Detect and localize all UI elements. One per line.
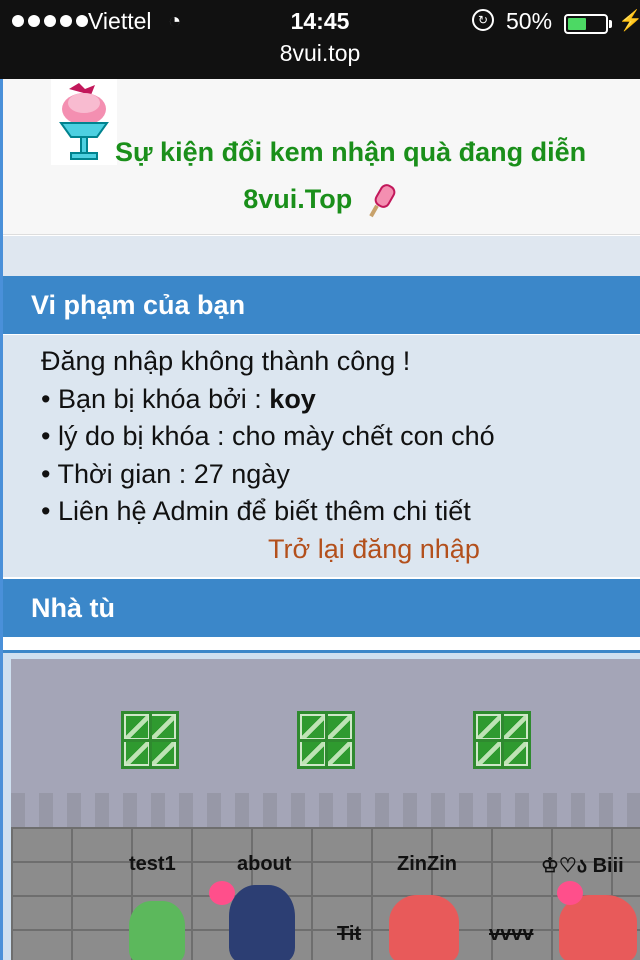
- contact-admin-text: • Liên hệ Admin để biết thêm chi tiết: [41, 496, 471, 526]
- player-avatar-zinzin[interactable]: [389, 895, 459, 960]
- window-pane: [504, 716, 526, 738]
- charging-icon: ⚡: [618, 10, 640, 32]
- wall-spikes: [11, 793, 640, 827]
- brick-floor: [11, 827, 640, 960]
- player-name-biii[interactable]: ♔♡ა Biii: [541, 853, 624, 878]
- event-site-line[interactable]: 8vui.Top: [3, 183, 640, 219]
- battery-level-fill: [568, 18, 586, 30]
- back-to-login-link[interactable]: Trở lại đăng nhập: [41, 531, 640, 569]
- prison-frame: test1 about ZinZin ♔♡ა Biii Tit vvvv: [3, 650, 640, 960]
- event-announcement[interactable]: Sự kiện đổi kem nhận quà đang diễn: [115, 137, 586, 168]
- player-avatar-about[interactable]: [229, 885, 295, 960]
- player-name-about[interactable]: about: [237, 853, 291, 876]
- prison-window-icon: [297, 711, 355, 769]
- heart-icon: [209, 881, 235, 905]
- window-pane: [302, 742, 324, 764]
- browser-top-bar: Viettel ◔ 14:45 ↻ 50% ⚡ 8vui.top: [0, 0, 640, 79]
- heart-icon: [557, 881, 583, 905]
- page-content: Sự kiện đổi kem nhận quà đang diễn 8vui.…: [0, 79, 640, 960]
- window-pane: [126, 742, 148, 764]
- rotation-lock-icon: ↻: [472, 9, 494, 31]
- prison-header: Nhà tù: [3, 579, 640, 637]
- window-pane: [152, 742, 174, 764]
- login-failed-text: Đăng nhập không thành công !: [41, 346, 411, 376]
- window-pane: [302, 716, 324, 738]
- window-pane: [478, 742, 500, 764]
- window-pane: [126, 716, 148, 738]
- window-pane: [504, 742, 526, 764]
- event-site-name: 8vui.Top: [243, 184, 353, 215]
- violation-panel: Đăng nhập không thành công ! • Bạn bị kh…: [3, 335, 640, 577]
- address-bar-url[interactable]: 8vui.top: [0, 40, 640, 67]
- lock-reason: • lý do bị khóa : cho mày chết con chó: [41, 421, 495, 451]
- player-name-test1[interactable]: test1: [129, 853, 176, 876]
- locked-by-line: • Bạn bị khóa bởi : koy: [41, 381, 640, 419]
- prison-window-icon: [473, 711, 531, 769]
- player-avatar-test1[interactable]: [129, 901, 185, 960]
- player-name-tit[interactable]: Tit: [337, 923, 361, 946]
- prison-window-icon: [121, 711, 179, 769]
- player-name-zinzin[interactable]: ZinZin: [397, 853, 457, 876]
- status-bar: Viettel ◔ 14:45 ↻ 50% ⚡: [0, 6, 640, 38]
- window-pane: [152, 716, 174, 738]
- locked-by-name: koy: [269, 383, 316, 414]
- battery-percent: 50%: [506, 8, 553, 34]
- spacer: [3, 236, 640, 276]
- window-pane: [328, 716, 350, 738]
- ice-cream-sundae-icon: [51, 79, 117, 165]
- popsicle-icon: [369, 184, 396, 218]
- lock-duration: • Thời gian : 27 ngày: [41, 458, 290, 489]
- window-pane: [328, 742, 350, 764]
- event-banner[interactable]: Sự kiện đổi kem nhận quà đang diễn 8vui.…: [3, 79, 640, 235]
- locked-by-label: • Bạn bị khóa bởi :: [41, 383, 270, 414]
- battery-icon: [564, 14, 608, 34]
- player-name-vvvv[interactable]: vvvv: [489, 923, 534, 946]
- window-pane: [478, 716, 500, 738]
- violation-header: Vi phạm của bạn: [3, 276, 640, 334]
- prison-scene: test1 about ZinZin ♔♡ა Biii Tit vvvv: [11, 659, 640, 960]
